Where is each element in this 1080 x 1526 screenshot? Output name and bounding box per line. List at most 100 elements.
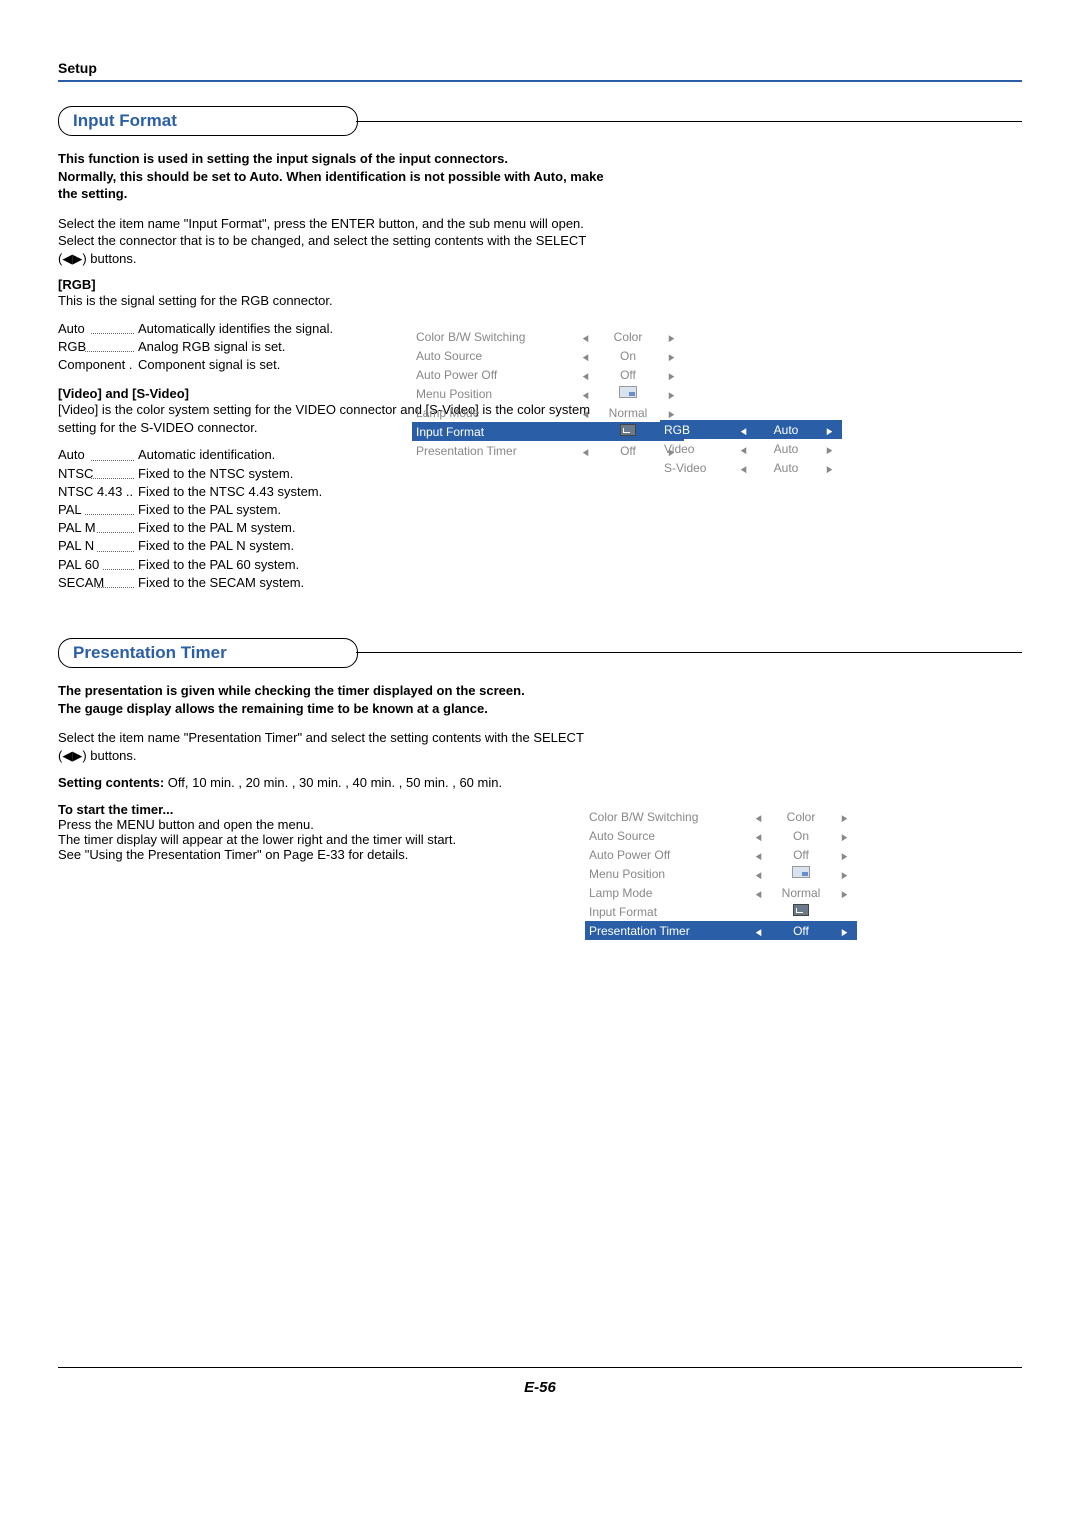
osd-label: Auto Source <box>585 826 745 845</box>
intro-bold-2: Normally, this should be set to Auto. Wh… <box>58 168 608 203</box>
page-section-label: Setup <box>58 60 1022 76</box>
osd-value <box>598 422 658 441</box>
setting-contents-label: Setting contents: <box>58 775 164 790</box>
page-number: E-56 <box>0 1379 1080 1396</box>
left-arrow-icon <box>755 886 762 900</box>
osd-submenu-input-format: RGBAutoVideoAutoS-VideoAuto <box>660 420 842 477</box>
video-def-list: AutoAutomatic identification.NTSCFixed t… <box>58 446 1022 592</box>
instruction-2: Select the connector that is to be chang… <box>58 232 608 267</box>
osd-value: Off <box>771 921 831 940</box>
osd-label: Menu Position <box>412 384 572 403</box>
left-arrow-icon <box>740 442 747 456</box>
left-arrow-icon <box>740 423 747 437</box>
start-timer-l2: The timer display will appear at the low… <box>58 832 1022 847</box>
left-arrow-icon <box>582 387 589 401</box>
osd-value: On <box>771 826 831 845</box>
setting-contents: Setting contents: Off, 10 min. , 20 min.… <box>58 774 608 792</box>
right-arrow-icon <box>841 829 848 843</box>
osd-row: Color B/W Switching Color <box>585 807 857 826</box>
osd-label: Video <box>660 439 730 458</box>
right-arrow-icon <box>841 848 848 862</box>
osd-value: Normal <box>598 403 658 422</box>
def-row: PAL MFixed to the PAL M system. <box>58 519 1022 537</box>
osd-row: Lamp Mode Normal <box>585 883 857 902</box>
osd-label: Menu Position <box>585 864 745 883</box>
timer-intro-2: The gauge display allows the remaining t… <box>58 700 608 718</box>
def-key: Auto <box>58 446 138 464</box>
right-arrow-icon <box>826 423 833 437</box>
osd-value <box>598 384 658 403</box>
def-row: PAL 60Fixed to the PAL 60 system. <box>58 556 1022 574</box>
osd-label: Color B/W Switching <box>412 327 572 346</box>
osd-label: Lamp Mode <box>585 883 745 902</box>
left-arrow-icon <box>582 330 589 344</box>
right-arrow-icon <box>841 867 848 881</box>
section-heading-2: Presentation Timer <box>58 638 358 668</box>
osd-value <box>771 864 831 883</box>
right-arrow-icon <box>826 442 833 456</box>
start-timer-l1: Press the MENU button and open the menu. <box>58 817 1022 832</box>
start-timer-heading: To start the timer... <box>58 802 1022 817</box>
osd-label: Color B/W Switching <box>585 807 745 826</box>
osd-row: RGB Auto <box>660 420 842 439</box>
instruction-1: Select the item name "Input Format", pre… <box>58 215 608 233</box>
osd-label: S-Video <box>660 458 730 477</box>
def-val: Fixed to the NTSC system. <box>138 465 1022 483</box>
osd-value: Auto <box>756 458 816 477</box>
def-key: Component . <box>58 356 138 374</box>
header-rule <box>58 80 1022 82</box>
osd-menu-main: Color B/W SwitchingColorAuto SourceOnAut… <box>412 327 684 460</box>
osd-row: Presentation TimerOff <box>412 441 684 460</box>
right-arrow-icon <box>668 387 675 401</box>
section-heading-line-2 <box>356 652 1022 653</box>
left-arrow-icon <box>582 444 589 458</box>
osd-label: Presentation Timer <box>585 921 745 940</box>
osd-row: Presentation Timer Off <box>585 921 857 940</box>
start-timer-l3: See "Using the Presentation Timer" on Pa… <box>58 847 1022 862</box>
osd-value: Off <box>771 845 831 864</box>
left-arrow-icon <box>582 406 589 420</box>
enter-icon <box>620 424 636 436</box>
def-key: SECAM <box>58 574 138 592</box>
def-row: SECAMFixed to the SECAM system. <box>58 574 1022 592</box>
def-val: Fixed to the PAL M system. <box>138 519 1022 537</box>
osd-row: S-Video Auto <box>660 458 842 477</box>
left-arrow-icon <box>755 829 762 843</box>
def-val: Fixed to the PAL N system. <box>138 537 1022 555</box>
osd-row: Auto Power OffOff <box>585 845 857 864</box>
def-val: Fixed to the PAL system. <box>138 501 1022 519</box>
def-row: NTSCFixed to the NTSC system. <box>58 465 1022 483</box>
def-val: Fixed to the SECAM system. <box>138 574 1022 592</box>
left-arrow-icon <box>582 368 589 382</box>
rgb-heading: [RGB] <box>58 277 1022 292</box>
def-row: PAL NFixed to the PAL N system. <box>58 537 1022 555</box>
def-key: RGB <box>58 338 138 356</box>
footer-rule <box>58 1367 1022 1368</box>
enter-icon <box>793 904 809 916</box>
osd-row: Auto Power OffOff <box>412 365 684 384</box>
section-heading-line <box>356 121 1022 122</box>
right-arrow-icon <box>668 330 675 344</box>
def-key: NTSC <box>58 465 138 483</box>
osd-label: RGB <box>660 420 730 439</box>
left-arrow-icon <box>755 810 762 824</box>
osd-value: Normal <box>771 883 831 902</box>
def-row: PALFixed to the PAL system. <box>58 501 1022 519</box>
osd-label: Lamp Mode <box>412 403 572 422</box>
osd-value: Color <box>771 807 831 826</box>
right-arrow-icon <box>826 461 833 475</box>
right-arrow-icon <box>668 349 675 363</box>
left-arrow-icon <box>582 349 589 363</box>
section-heading: Input Format <box>58 106 358 136</box>
osd-row: Menu Position <box>412 384 684 403</box>
right-arrow-icon <box>668 368 675 382</box>
right-arrow-icon <box>841 924 848 938</box>
osd-row: Lamp Mode Normal <box>412 403 684 422</box>
osd-value <box>771 902 831 921</box>
osd-label: Input Format <box>585 902 745 921</box>
def-key: PAL <box>58 501 138 519</box>
left-arrow-icon <box>755 867 762 881</box>
osd-value: Off <box>598 365 658 384</box>
osd-value: Auto <box>756 420 816 439</box>
osd-menu-timer: Color B/W Switching Color Auto Source OnAut… <box>585 807 857 940</box>
